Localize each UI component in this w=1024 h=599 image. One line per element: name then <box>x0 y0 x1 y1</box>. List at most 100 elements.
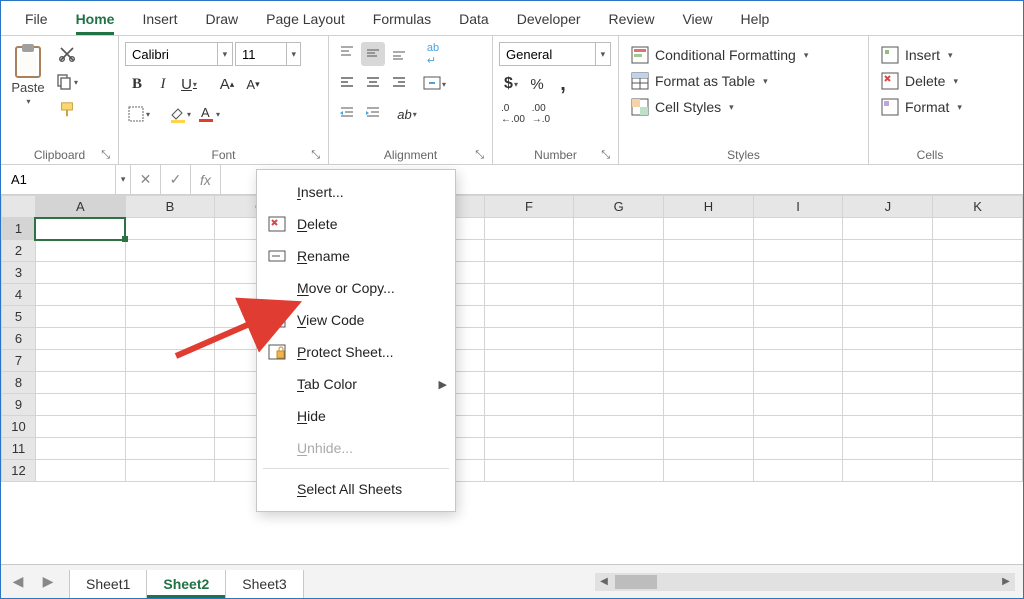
cell[interactable] <box>484 284 574 306</box>
cell[interactable] <box>125 306 215 328</box>
row-header[interactable]: 5 <box>2 306 36 328</box>
number-format-combo[interactable]: ▾ <box>499 42 611 66</box>
copy-button[interactable]: ▾ <box>53 70 80 94</box>
increase-indent-button[interactable] <box>361 102 385 126</box>
context-insert[interactable]: Insert... <box>257 176 455 208</box>
cell[interactable] <box>933 438 1023 460</box>
align-bottom-button[interactable] <box>387 42 411 66</box>
column-header[interactable]: H <box>664 196 754 218</box>
cell[interactable] <box>574 284 664 306</box>
cut-button[interactable] <box>53 42 80 66</box>
cell[interactable] <box>35 438 125 460</box>
context-hide[interactable]: Hide <box>257 400 455 432</box>
cell[interactable] <box>574 372 664 394</box>
row-header[interactable]: 7 <box>2 350 36 372</box>
menu-page-layout[interactable]: Page Layout <box>252 5 359 35</box>
increase-font-button[interactable]: A▴ <box>215 72 239 96</box>
percent-button[interactable]: % <box>525 72 549 96</box>
cell[interactable] <box>484 438 574 460</box>
row-header[interactable]: 10 <box>2 416 36 438</box>
enter-formula-button[interactable]: ✓ <box>161 165 191 194</box>
conditional-formatting-button[interactable]: Conditional Formatting▾ <box>625 44 814 66</box>
row-header[interactable]: 8 <box>2 372 36 394</box>
cell[interactable] <box>843 328 933 350</box>
chevron-down-icon[interactable]: ▾ <box>115 165 131 194</box>
cell[interactable] <box>843 240 933 262</box>
cell[interactable] <box>753 416 843 438</box>
cell[interactable] <box>125 240 215 262</box>
context-view-code[interactable]: View Code <box>257 304 455 336</box>
scrollbar-thumb[interactable] <box>615 575 657 589</box>
cell[interactable] <box>843 438 933 460</box>
cell[interactable] <box>843 394 933 416</box>
cell[interactable] <box>753 306 843 328</box>
menu-help[interactable]: Help <box>727 5 784 35</box>
increase-decimal-button[interactable]: .0←.00 <box>499 102 527 126</box>
cell[interactable] <box>484 416 574 438</box>
select-all-cell[interactable] <box>2 196 36 218</box>
cell[interactable] <box>125 372 215 394</box>
column-header[interactable]: B <box>125 196 215 218</box>
tab-nav-next-button[interactable]: ▶ <box>35 570 61 594</box>
cell[interactable] <box>484 218 574 240</box>
cell[interactable] <box>843 350 933 372</box>
cell[interactable] <box>753 262 843 284</box>
wrap-text-button[interactable]: ab↵ <box>421 42 445 66</box>
cell[interactable] <box>574 460 664 482</box>
cell[interactable] <box>843 262 933 284</box>
cell[interactable] <box>933 460 1023 482</box>
column-header[interactable]: I <box>753 196 843 218</box>
cell[interactable] <box>574 306 664 328</box>
menu-draw[interactable]: Draw <box>191 5 252 35</box>
insert-function-button[interactable]: fx <box>191 165 221 194</box>
cell[interactable] <box>664 240 754 262</box>
cell[interactable] <box>664 328 754 350</box>
context-delete[interactable]: Delete <box>257 208 455 240</box>
cell[interactable] <box>933 240 1023 262</box>
cell[interactable] <box>125 460 215 482</box>
cell[interactable] <box>933 218 1023 240</box>
decrease-font-button[interactable]: A▾ <box>241 72 265 96</box>
cell[interactable] <box>843 218 933 240</box>
context-protect-sheet[interactable]: Protect Sheet... <box>257 336 455 368</box>
cell[interactable] <box>35 350 125 372</box>
cell[interactable] <box>753 240 843 262</box>
align-right-button[interactable] <box>387 72 411 96</box>
cell[interactable] <box>35 262 125 284</box>
cell[interactable] <box>125 416 215 438</box>
cell[interactable] <box>574 438 664 460</box>
accounting-format-button[interactable]: $▾ <box>499 72 523 96</box>
cell[interactable] <box>753 328 843 350</box>
cell[interactable] <box>574 394 664 416</box>
cell[interactable] <box>933 350 1023 372</box>
cell[interactable] <box>35 372 125 394</box>
column-header[interactable]: K <box>933 196 1023 218</box>
cell[interactable] <box>933 306 1023 328</box>
cell[interactable] <box>574 328 664 350</box>
cell[interactable] <box>843 372 933 394</box>
name-box[interactable]: ▾ <box>1 165 131 194</box>
cell[interactable] <box>484 350 574 372</box>
dialog-launcher-icon[interactable]: ⤡ <box>101 148 110 162</box>
chevron-down-icon[interactable]: ▾ <box>595 43 610 65</box>
column-header[interactable]: A <box>35 196 125 218</box>
menu-developer[interactable]: Developer <box>503 5 595 35</box>
align-top-button[interactable] <box>335 42 359 66</box>
format-cells-button[interactable]: Format▾ <box>875 96 968 118</box>
bold-button[interactable]: B <box>125 72 149 96</box>
cell[interactable] <box>574 240 664 262</box>
cell[interactable] <box>753 438 843 460</box>
menu-formulas[interactable]: Formulas <box>359 5 445 35</box>
cell[interactable] <box>574 416 664 438</box>
orientation-button[interactable]: ab▾ <box>395 102 419 126</box>
cell[interactable] <box>753 460 843 482</box>
cell[interactable] <box>574 262 664 284</box>
cell[interactable] <box>843 284 933 306</box>
cell[interactable] <box>35 328 125 350</box>
cell[interactable] <box>574 218 664 240</box>
cell[interactable] <box>664 372 754 394</box>
sheet-tab[interactable]: Sheet3 <box>225 570 303 598</box>
cell[interactable] <box>843 306 933 328</box>
sheet-tab[interactable]: Sheet2 <box>146 570 226 598</box>
row-header[interactable]: 2 <box>2 240 36 262</box>
